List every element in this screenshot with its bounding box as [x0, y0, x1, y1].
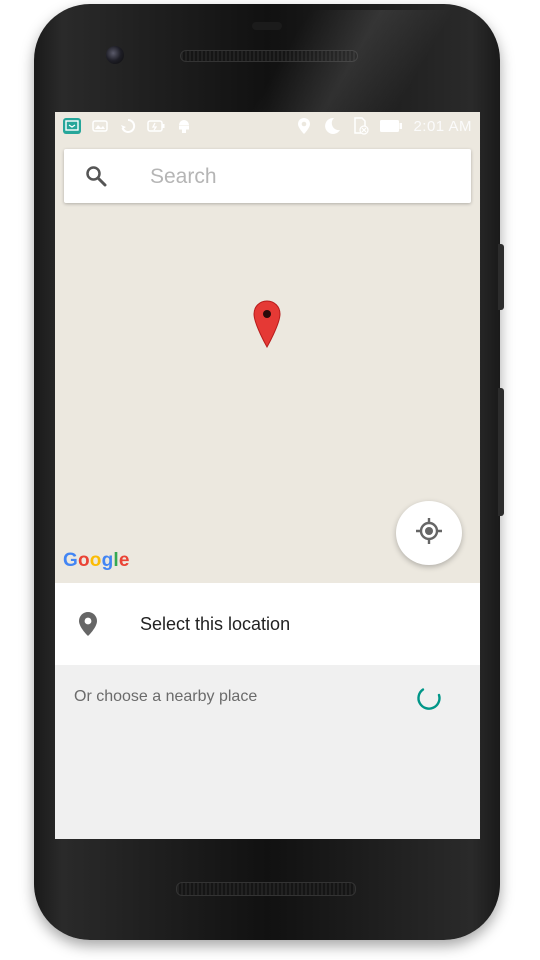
- power-button: [498, 388, 504, 516]
- map-view[interactable]: 2:01 AM Google: [55, 112, 480, 583]
- status-right-icons: 2:01 AM: [295, 117, 472, 135]
- location-pin-icon: [78, 611, 98, 637]
- screen-glare: [200, 10, 500, 120]
- sync-icon: [119, 118, 137, 134]
- search-icon: [85, 165, 107, 187]
- front-camera: [106, 46, 124, 64]
- status-bar: 2:01 AM: [55, 112, 480, 140]
- photo-icon: [91, 118, 109, 134]
- my-location-button[interactable]: [396, 501, 462, 565]
- do-not-disturb-moon-icon: [323, 117, 341, 134]
- select-location-row[interactable]: Select this location: [55, 583, 480, 665]
- nearby-places-section: Or choose a nearby place: [55, 665, 480, 839]
- volume-button: [498, 244, 504, 310]
- location-icon: [295, 118, 313, 134]
- battery-icon: [379, 118, 403, 134]
- battery-saver-icon: [147, 118, 165, 134]
- screen-cast-icon: [63, 118, 81, 134]
- app-screen: 2:01 AM Google: [55, 112, 480, 839]
- crosshair-location-icon: [415, 517, 443, 550]
- bottom-speaker: [176, 882, 356, 896]
- google-attribution: Google: [63, 550, 130, 572]
- google-logo-text: Google: [63, 550, 130, 571]
- sd-card-icon: [351, 117, 370, 135]
- search-input[interactable]: [148, 161, 452, 193]
- loading-spinner-icon: [415, 685, 443, 713]
- status-time: 2:01 AM: [413, 117, 472, 135]
- nearby-places-label: Or choose a nearby place: [74, 688, 258, 705]
- status-left-icons: [63, 118, 193, 134]
- android-debug-icon: [175, 118, 193, 134]
- search-bar[interactable]: [64, 149, 471, 203]
- select-location-label: Select this location: [140, 614, 291, 634]
- map-pin-icon[interactable]: [253, 300, 281, 349]
